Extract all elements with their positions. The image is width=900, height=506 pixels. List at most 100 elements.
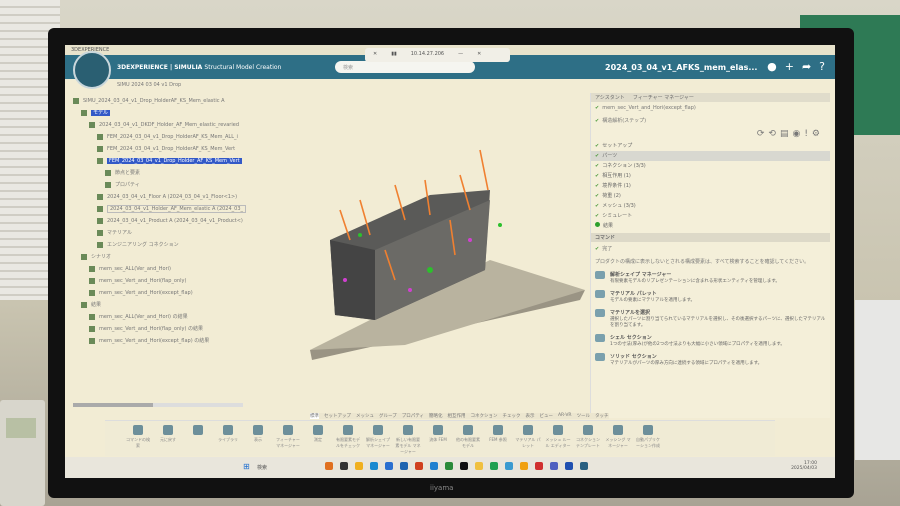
step-item[interactable]: ✔ パーツ — [591, 151, 830, 161]
command-item[interactable]: 解析シェイプ マネージャー 有限要素モデルのリプレゼンテーションに含まれる形状エン… — [591, 268, 830, 287]
action-tab[interactable]: タッチ — [595, 413, 609, 419]
tree-node[interactable]: 結果 — [73, 299, 248, 311]
tree-node[interactable]: 2024_03_04_v1_Product A (2024_03_04_v1_P… — [73, 215, 248, 227]
command-item[interactable]: マテリアル パレット モデルの要素にマテリアルを適用します。 — [591, 287, 830, 306]
taskbar-app-icon[interactable] — [445, 462, 453, 470]
taskbar-app-icon[interactable] — [355, 462, 363, 470]
settings-icon[interactable]: ⚙ — [812, 129, 820, 139]
action-button[interactable]: メッシング マネージャー — [605, 425, 631, 455]
taskbar-app-icon[interactable] — [340, 462, 348, 470]
action-button[interactable]: 測定 — [305, 425, 331, 455]
action-tab[interactable]: メッシュ — [356, 413, 374, 419]
tree-node[interactable]: mem_sec_Vert_and_Hori(flap_only) の結果 — [73, 323, 248, 335]
action-tab[interactable]: コネクション — [470, 413, 497, 419]
tree-node[interactable]: 節点と要素 — [73, 167, 248, 179]
update-icon[interactable]: ⟳ — [757, 129, 765, 139]
taskbar-app-icon[interactable] — [430, 462, 438, 470]
tree-node[interactable]: FEM_2024_03_04_v1_Drop_HolderAF_KS_Mem_V… — [73, 143, 248, 155]
action-tab[interactable]: 表示 — [525, 413, 534, 419]
action-tab[interactable]: AR-VR — [558, 413, 572, 419]
step-item[interactable]: ✔ 荷重 (2) — [591, 191, 830, 201]
tab-document[interactable]: SIMU 2024 03 04 v1 Drop — [105, 79, 193, 91]
taskbar-app-icon[interactable] — [565, 462, 573, 470]
tree-node[interactable]: エンジニアリング コネクション — [73, 239, 248, 251]
compass-icon[interactable] — [73, 51, 111, 89]
step-item[interactable]: ✔ 境界条件 (1) — [591, 181, 830, 191]
pin-icon[interactable]: ✕ — [373, 51, 377, 59]
action-tab[interactable]: ツール — [577, 413, 591, 419]
tree-node[interactable]: FEM_2024_03_04_v1_Drop_Holder_AF_KS_Mem_… — [73, 155, 248, 167]
taskbar-app-icon[interactable] — [460, 462, 468, 470]
taskbar-app-icon[interactable] — [415, 462, 423, 470]
step-item[interactable]: ✔ メッシュ (3/3) — [591, 201, 830, 211]
action-tab[interactable]: ビュー — [539, 413, 553, 419]
document-title[interactable]: 2024_03_04_v1_AFKS_mem_elas... — [605, 63, 757, 72]
taskbar-app-icon[interactable] — [400, 462, 408, 470]
taskbar-app-icon[interactable] — [550, 462, 558, 470]
add-icon[interactable]: + — [785, 60, 794, 73]
tab-feature-manager[interactable]: フィーチャー マネージャー — [633, 94, 694, 101]
action-tab[interactable]: プロパティ — [402, 413, 424, 419]
tree-node[interactable]: mem_sec_Vert_and_Hori(flap_only) — [73, 275, 248, 287]
tree-node[interactable]: プロパティ — [73, 179, 248, 191]
warning-icon[interactable]: ! — [804, 129, 808, 139]
action-button[interactable]: ライブラリ — [215, 425, 241, 455]
taskbar-app-icon[interactable] — [475, 462, 483, 470]
tree-node[interactable]: 2024_03_04_v1_DKDF_Holder_AF_Mem_elastic… — [73, 119, 248, 131]
search-input[interactable]: 検索 — [335, 61, 475, 73]
step-item[interactable]: ✔ セットアップ — [591, 141, 830, 151]
taskbar-app-icon[interactable] — [370, 462, 378, 470]
tree-node[interactable]: シナリオ — [73, 251, 248, 263]
taskbar-app-icon[interactable] — [520, 462, 528, 470]
action-button[interactable]: 他の有限要素モデル — [455, 425, 481, 455]
action-tab[interactable]: 標準 — [310, 413, 319, 419]
clock[interactable]: 17:00 2025/04/03 — [791, 461, 817, 471]
step-item[interactable]: ✔ コネクション (3/3) — [591, 161, 830, 171]
share-icon[interactable]: ➦ — [802, 60, 811, 73]
help-icon[interactable]: ? — [819, 60, 825, 73]
tree-node[interactable]: mem_sec_Vert_and_Hori(except_flap) — [73, 287, 248, 299]
table-icon[interactable]: ▤ — [780, 129, 789, 139]
tree-node[interactable]: mem_sec_ALL(Ver_and_Hori) の結果 — [73, 311, 248, 323]
action-button[interactable]: 流体 FEM — [425, 425, 451, 455]
windows-start-icon[interactable]: ⊞ — [243, 462, 250, 471]
step-item[interactable]: 結果 — [591, 221, 830, 231]
tree-node[interactable]: 2024_03_04_v1_Floor A (2024_03_04_v1_Flo… — [73, 191, 248, 203]
taskbar-search[interactable]: 検索 — [257, 464, 267, 471]
taskbar-app-icon[interactable] — [385, 462, 393, 470]
tree-node[interactable]: モデル — [73, 107, 248, 119]
action-button[interactable]: 解析シェイプ マネージャー — [365, 425, 391, 455]
taskbar-app-icon[interactable] — [325, 462, 333, 470]
action-button[interactable]: 有限要素モデルをチェック — [335, 425, 361, 455]
remote-toolbar[interactable]: ✕ ▮▮ 10.14.27.206 — ✕ — [365, 48, 510, 62]
action-button[interactable]: 自動パブリケーション作成 — [635, 425, 661, 455]
tree-node[interactable]: FEM_2024_03_04_v1_Drop_HolderAF_KS_Mem_A… — [73, 131, 248, 143]
3d-viewport[interactable] — [300, 140, 590, 370]
user-avatar[interactable]: ● — [767, 60, 777, 73]
command-item[interactable]: マテリアルを選択 選択したパーツに割り当てられているマテリアルを選択し、その後選択… — [591, 306, 830, 331]
action-button[interactable] — [185, 425, 211, 455]
command-item[interactable]: ソリッド セクション マテリアルがパーツの厚み方向に連続する領域にプロパティを適用… — [591, 350, 830, 369]
tab-assistant[interactable]: アシスタント — [595, 94, 625, 101]
action-tab[interactable]: チェック — [502, 413, 520, 419]
action-button[interactable]: 元に戻す — [155, 425, 181, 455]
action-button[interactable]: フィーチャー マネージャー — [275, 425, 301, 455]
action-button[interactable]: FEM 参照 — [485, 425, 511, 455]
action-button[interactable]: メッシュ ルール エディター — [545, 425, 571, 455]
tree-node[interactable]: 2024_03_04_v1_Holder_AF_Mem_elastic A (2… — [73, 203, 248, 215]
view-icon[interactable]: ◉ — [792, 129, 800, 139]
tree-scrollbar[interactable] — [73, 403, 243, 407]
tree-node[interactable]: マテリアル — [73, 227, 248, 239]
tree-node[interactable]: mem_sec_ALL(Ver_and_Hori) — [73, 263, 248, 275]
close-button[interactable]: ✕ — [477, 51, 481, 59]
tree-node[interactable]: SIMU_2024_03_04_v1_Drop_HolderAF_KS_Mem_… — [73, 95, 248, 107]
tree-node[interactable]: mem_sec_Vert_and_Hori(except_flap) の結果 — [73, 335, 248, 347]
command-item[interactable]: シェル セクション 1つの寸法(厚み)が他の2つの寸法よりも大幅に小さい領域にプロ… — [591, 331, 830, 350]
step-item[interactable]: ✔ 相互作用 (1) — [591, 171, 830, 181]
action-tab[interactable]: 相互作用 — [447, 413, 465, 419]
action-tab[interactable]: セットアップ — [324, 413, 351, 419]
taskbar-app-icon[interactable] — [490, 462, 498, 470]
action-button[interactable]: コマンドの検索 — [125, 425, 151, 455]
action-button[interactable]: 新しい有限要素モデル マネージャー — [395, 425, 421, 455]
taskbar-app-icon[interactable] — [580, 462, 588, 470]
